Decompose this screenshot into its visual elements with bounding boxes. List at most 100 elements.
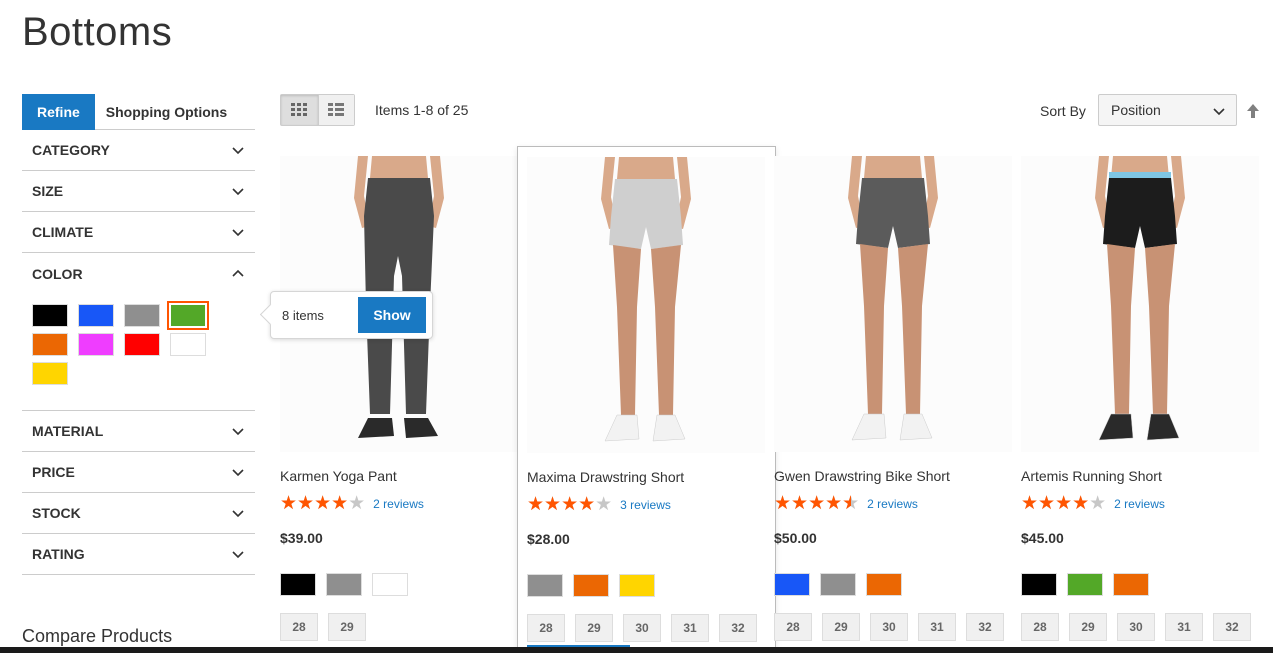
filter-stock[interactable]: STOCK xyxy=(22,493,255,534)
product-color-swatch[interactable] xyxy=(866,573,902,596)
product-image-wrapper[interactable] xyxy=(527,157,765,453)
product-name-link[interactable]: Maxima Drawstring Short xyxy=(527,469,684,485)
product-card[interactable]: Gwen Drawstring Bike Short ★★★★★★★★★★ 2 re… xyxy=(774,146,1033,653)
filter-title: STOCK xyxy=(32,505,81,521)
chevron-down-icon xyxy=(232,551,244,559)
product-rating: ★★★★★★★★★★ 3 reviews xyxy=(527,495,671,515)
product-color-swatch[interactable] xyxy=(1113,573,1149,596)
filter-category[interactable]: CATEGORY xyxy=(22,130,255,171)
product-card[interactable]: Artemis Running Short ★★★★★★★★★★ 2 reviews… xyxy=(1021,146,1273,653)
sort-direction-arrow-icon[interactable] xyxy=(1246,103,1260,119)
color-swatch-white[interactable] xyxy=(170,333,206,356)
reviews-link[interactable]: 3 reviews xyxy=(620,498,671,512)
filter-color[interactable]: COLOR xyxy=(22,253,255,294)
size-option[interactable]: 32 xyxy=(719,614,757,642)
chevron-down-icon xyxy=(232,469,244,477)
size-option[interactable]: 28 xyxy=(280,613,318,641)
reviews-link[interactable]: 2 reviews xyxy=(1114,497,1165,511)
sort-by-label: Sort By xyxy=(1040,103,1086,119)
size-option[interactable]: 29 xyxy=(822,613,860,641)
product-size-options: 28 29 30 31 32 xyxy=(1021,613,1251,641)
product-image-wrapper[interactable] xyxy=(774,156,1012,452)
product-color-swatch[interactable] xyxy=(820,573,856,596)
product-name-link[interactable]: Karmen Yoga Pant xyxy=(280,468,397,484)
size-option[interactable]: 31 xyxy=(1165,613,1203,641)
product-rating: ★★★★★★★★★★ 2 reviews xyxy=(1021,494,1165,514)
chevron-down-icon xyxy=(1213,108,1225,116)
product-image[interactable] xyxy=(774,156,1012,452)
chevron-down-icon xyxy=(232,428,244,436)
size-option[interactable]: 31 xyxy=(918,613,956,641)
filter-material[interactable]: MATERIAL xyxy=(22,411,255,452)
filter-title: RATING xyxy=(32,546,85,562)
size-option[interactable]: 28 xyxy=(1021,613,1059,641)
product-color-swatch[interactable] xyxy=(326,573,362,596)
product-card[interactable]: Karmen Yoga Pant ★★★★★★★★★★ 2 reviews $39.0… xyxy=(280,146,539,653)
product-color-swatch[interactable] xyxy=(619,574,655,597)
product-image[interactable] xyxy=(527,157,765,453)
product-price: $28.00 xyxy=(527,531,570,547)
product-color-swatches xyxy=(280,573,408,596)
list-view-button[interactable] xyxy=(317,95,354,125)
color-swatch-yellow[interactable] xyxy=(32,362,68,385)
product-card[interactable]: Maxima Drawstring Short ★★★★★★★★★★ 3 revie… xyxy=(517,146,776,653)
color-swatch-gray[interactable] xyxy=(124,304,160,327)
filter-title: CATEGORY xyxy=(32,142,110,158)
size-option[interactable]: 30 xyxy=(870,613,908,641)
filter-rating[interactable]: RATING xyxy=(22,534,255,575)
product-price: $50.00 xyxy=(774,530,817,546)
size-option[interactable]: 28 xyxy=(527,614,565,642)
filter-title: MATERIAL xyxy=(32,423,104,439)
list-icon xyxy=(328,103,345,116)
product-color-swatch[interactable] xyxy=(774,573,810,596)
sort-by-select[interactable]: Position xyxy=(1098,94,1237,126)
color-swatch-blue[interactable] xyxy=(78,304,114,327)
product-color-swatch[interactable] xyxy=(1067,573,1103,596)
grid-icon xyxy=(291,103,308,116)
page-title: Bottoms xyxy=(22,10,173,54)
color-swatch-green[interactable] xyxy=(167,301,209,330)
color-swatch-red[interactable] xyxy=(124,333,160,356)
filter-title: COLOR xyxy=(32,265,83,282)
tooltip-item-count: 8 items xyxy=(282,307,324,323)
product-image-wrapper[interactable] xyxy=(1021,156,1259,452)
size-option[interactable]: 30 xyxy=(1117,613,1155,641)
items-count: Items 1-8 of 25 xyxy=(375,102,469,118)
grid-view-button[interactable] xyxy=(281,95,318,125)
reviews-link[interactable]: 2 reviews xyxy=(867,497,918,511)
bottom-bar xyxy=(0,647,1273,653)
size-option[interactable]: 31 xyxy=(671,614,709,642)
product-size-options: 28 29 30 31 32 xyxy=(527,614,757,642)
tab-shopping-options[interactable]: Shopping Options xyxy=(95,104,227,120)
product-size-options: 28 29 xyxy=(280,613,366,641)
product-name-link[interactable]: Gwen Drawstring Bike Short xyxy=(774,468,950,484)
size-option[interactable]: 29 xyxy=(1069,613,1107,641)
product-color-swatch[interactable] xyxy=(527,574,563,597)
size-option[interactable]: 32 xyxy=(1213,613,1251,641)
product-image[interactable] xyxy=(1021,156,1259,452)
product-rating: ★★★★★★★★★★ 2 reviews xyxy=(280,494,424,514)
color-swatch-orange[interactable] xyxy=(32,333,68,356)
product-name-link[interactable]: Artemis Running Short xyxy=(1021,468,1162,484)
rating-stars: ★★★★★★★★★★ xyxy=(280,493,366,514)
product-color-swatch[interactable] xyxy=(280,573,316,596)
tab-refine[interactable]: Refine xyxy=(22,93,95,130)
filter-price[interactable]: PRICE xyxy=(22,452,255,493)
product-color-swatch[interactable] xyxy=(573,574,609,597)
product-color-swatch[interactable] xyxy=(1021,573,1057,596)
product-color-swatches xyxy=(527,574,655,597)
product-size-options: 28 29 30 31 32 xyxy=(774,613,1004,641)
filter-climate[interactable]: CLIMATE xyxy=(22,212,255,253)
reviews-link[interactable]: 2 reviews xyxy=(373,497,424,511)
show-results-button[interactable]: Show xyxy=(358,297,426,333)
color-swatch-black[interactable] xyxy=(32,304,68,327)
size-option[interactable]: 28 xyxy=(774,613,812,641)
filter-size[interactable]: SIZE xyxy=(22,171,255,212)
size-option[interactable]: 29 xyxy=(575,614,613,642)
sort-by-value: Position xyxy=(1111,102,1161,118)
color-swatch-purple[interactable] xyxy=(78,333,114,356)
product-color-swatch[interactable] xyxy=(372,573,408,596)
size-option[interactable]: 32 xyxy=(966,613,1004,641)
size-option[interactable]: 30 xyxy=(623,614,661,642)
size-option[interactable]: 29 xyxy=(328,613,366,641)
